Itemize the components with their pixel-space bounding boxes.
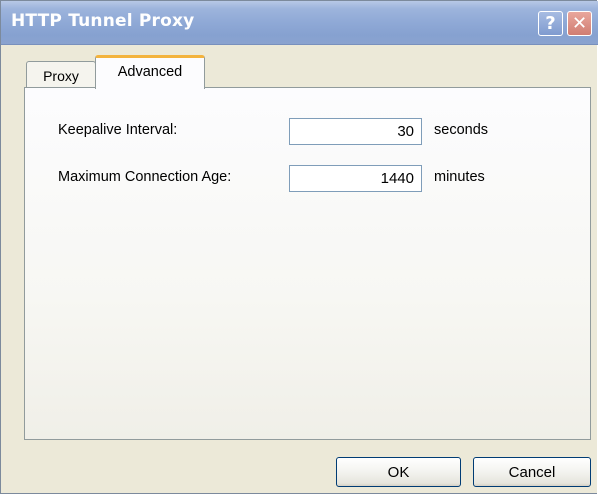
max-age-unit: minutes [434,169,485,185]
help-icon: ? [545,13,556,34]
cancel-button[interactable]: Cancel [473,457,591,487]
close-icon: ✕ [571,13,588,34]
tab-proxy-label: Proxy [43,67,79,84]
title-bar[interactable]: HTTP Tunnel Proxy ? ✕ [1,1,598,45]
max-age-label: Maximum Connection Age: [58,169,232,185]
close-button[interactable]: ✕ [567,11,592,36]
keepalive-unit: seconds [434,122,489,138]
window-title: HTTP Tunnel Proxy [11,11,195,31]
ok-button[interactable]: OK [336,457,461,487]
tab-advanced[interactable]: Advanced [95,55,205,89]
tab-proxy[interactable]: Proxy [26,61,96,89]
help-button[interactable]: ? [538,11,563,36]
dialog-window: HTTP Tunnel Proxy ? ✕ Proxy Advanced Kee… [0,0,598,494]
keepalive-interval-input[interactable]: 30 [289,118,422,145]
keepalive-label: Keepalive Interval: [58,122,178,138]
tab-panel-advanced: Keepalive Interval: 30 seconds Maximum C… [24,87,591,440]
max-connection-age-input[interactable]: 1440 [289,165,422,192]
tab-advanced-label: Advanced [117,63,183,80]
